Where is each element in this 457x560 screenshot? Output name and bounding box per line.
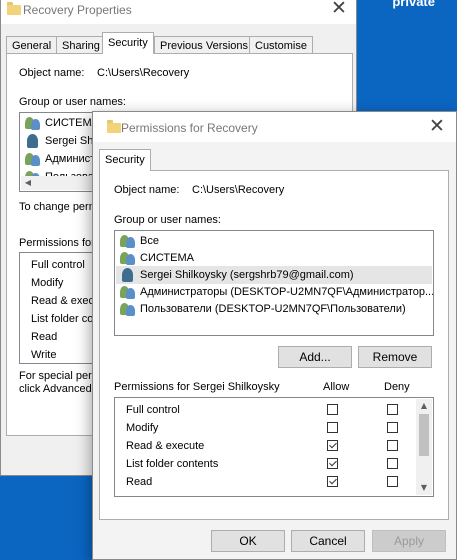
- vertical-scrollbar[interactable]: ▲ ▼: [416, 399, 432, 495]
- permission-row: Modify: [116, 419, 415, 437]
- permission-row: Read: [116, 473, 415, 491]
- apply-button[interactable]: Apply: [372, 530, 446, 552]
- permission-row: Full control: [116, 401, 415, 419]
- security-panel: Object name: C:\Users\Recovery Group or …: [99, 170, 449, 520]
- window-title: Recovery Properties: [23, 3, 132, 17]
- permission-name: Read: [31, 331, 58, 343]
- scroll-left-icon[interactable]: ◀: [21, 176, 35, 190]
- desktop-text: private: [392, 0, 435, 9]
- ok-button[interactable]: OK: [211, 530, 285, 552]
- permissions-list: Full control Modify Read & execu List fo…: [19, 252, 99, 364]
- horizontal-scrollbar[interactable]: ◀: [21, 176, 97, 190]
- deny-checkbox[interactable]: [387, 440, 398, 451]
- permission-name: Read: [126, 476, 153, 488]
- list-item[interactable]: СИСТЕМА: [116, 249, 432, 267]
- group-icon: [25, 152, 41, 166]
- folder-icon: [7, 2, 21, 15]
- list-item[interactable]: Администраторы (DESKTOP-U2MN7QF\Админист…: [116, 283, 433, 301]
- tab-sharing[interactable]: Sharing: [56, 36, 106, 54]
- list-item[interactable]: Sergei Shil: [21, 132, 98, 150]
- deny-header: Deny: [384, 381, 410, 393]
- users-list[interactable]: СИСТЕМА Sergei Shil Админист Пользоват ◀: [19, 112, 99, 192]
- allow-checkbox[interactable]: [327, 440, 338, 451]
- permission-row: Read & execute: [116, 437, 415, 455]
- dialog-title: Permissions for Recovery: [121, 121, 258, 135]
- tab-general[interactable]: General: [6, 36, 58, 54]
- allow-checkbox[interactable]: [327, 422, 338, 433]
- close-icon[interactable]: ✕: [426, 116, 448, 138]
- list-item[interactable]: Пользователи (DESKTOP-U2MN7QF\Пользовате…: [116, 300, 432, 318]
- group-label: Group or user names:: [114, 214, 221, 226]
- scroll-up-icon[interactable]: ▲: [416, 399, 432, 413]
- special-permissions-text: For special perm: [19, 370, 101, 382]
- group-icon: [120, 251, 136, 265]
- close-icon[interactable]: ✕: [328, 0, 350, 20]
- scroll-down-icon[interactable]: ▼: [416, 481, 432, 495]
- deny-checkbox[interactable]: [387, 458, 398, 469]
- title-bar[interactable]: Recovery Properties ✕: [1, 0, 356, 24]
- permissions-dialog: Permissions for Recovery ✕ Security Obje…: [92, 111, 457, 560]
- permission-name: Read & execute: [126, 440, 205, 452]
- permission-name: Write: [31, 349, 57, 361]
- remove-button[interactable]: Remove: [358, 346, 432, 368]
- allow-checkbox[interactable]: [327, 458, 338, 469]
- permission-name: Modify: [126, 422, 159, 434]
- group-icon: [120, 234, 136, 248]
- object-name-value: C:\Users\Recovery: [192, 184, 285, 196]
- tab-customise[interactable]: Customise: [249, 36, 313, 54]
- tab-previous-versions[interactable]: Previous Versions: [154, 36, 255, 54]
- user-icon: [25, 134, 41, 148]
- tab-security[interactable]: Security: [102, 32, 154, 54]
- scrollbar-thumb[interactable]: [419, 414, 429, 456]
- title-bar[interactable]: Permissions for Recovery ✕: [93, 112, 456, 142]
- permission-name: List folder co: [31, 313, 94, 325]
- cancel-button[interactable]: Cancel: [291, 530, 365, 552]
- users-list[interactable]: Все СИСТЕМА Sergei Shilkoysky (sergshrb7…: [114, 230, 434, 336]
- permissions-label: Permissions for: [19, 237, 95, 249]
- group-icon: [120, 302, 136, 316]
- deny-checkbox[interactable]: [387, 404, 398, 415]
- allow-checkbox[interactable]: [327, 404, 338, 415]
- deny-checkbox[interactable]: [387, 422, 398, 433]
- list-item[interactable]: СИСТЕМА: [21, 114, 98, 132]
- permission-row: List folder contents: [116, 455, 415, 473]
- deny-checkbox[interactable]: [387, 476, 398, 487]
- permission-name: Full control: [31, 259, 85, 271]
- permission-name: Modify: [31, 277, 64, 289]
- allow-header: Allow: [323, 381, 350, 393]
- tab-security[interactable]: Security: [99, 149, 151, 171]
- group-icon: [120, 285, 136, 299]
- list-item[interactable]: Все: [116, 232, 432, 250]
- permissions-label: Permissions for Sergei Shilkoysky: [114, 381, 280, 393]
- permission-name: Full control: [126, 404, 180, 416]
- user-icon: [120, 268, 136, 282]
- folder-icon: [107, 120, 121, 133]
- list-item[interactable]: Админист: [21, 150, 97, 168]
- group-icon: [25, 116, 41, 130]
- object-name-value: C:\Users\Recovery: [97, 67, 190, 79]
- change-permissions-text: To change perm: [19, 201, 98, 213]
- group-label: Group or user names:: [19, 96, 126, 108]
- object-name-label: Object name:: [114, 184, 180, 196]
- add-button[interactable]: Add...: [278, 346, 352, 368]
- permission-name: Read & execu: [31, 295, 99, 307]
- permissions-list: Full control Modify Read & execute List …: [114, 397, 434, 497]
- advanced-text: click Advanced: [19, 383, 92, 395]
- object-name-label: Object name:: [19, 67, 85, 79]
- allow-checkbox[interactable]: [327, 476, 338, 487]
- list-item-selected[interactable]: Sergei Shilkoysky (sergshrb79@gmail.com): [116, 266, 432, 284]
- permission-name: List folder contents: [126, 458, 219, 470]
